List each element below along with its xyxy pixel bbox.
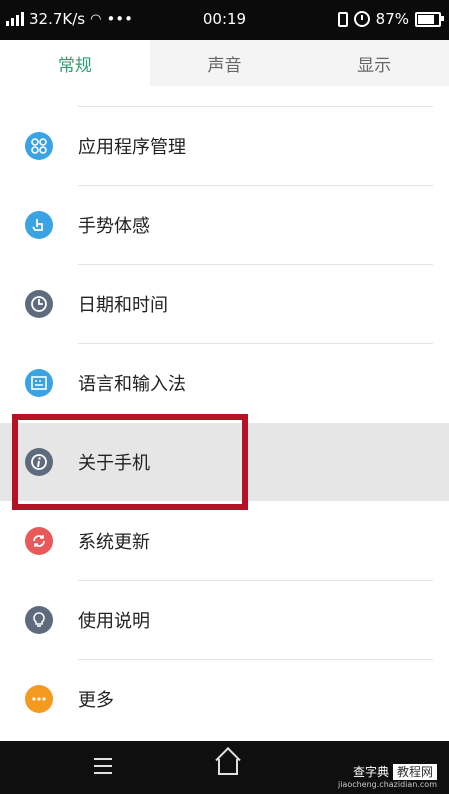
keyboard-icon	[25, 369, 53, 397]
list-item-instructions[interactable]: 使用说明	[0, 581, 449, 659]
list-item-app-management[interactable]: 应用程序管理	[0, 107, 449, 185]
watermark-box: 教程网	[392, 764, 437, 780]
menu-icon[interactable]	[94, 758, 112, 779]
list-item-language-input[interactable]: 语言和输入法	[0, 344, 449, 422]
highlight-box	[12, 414, 248, 510]
update-icon	[25, 527, 53, 555]
watermark-url: jiaocheng.chazidian.com	[337, 780, 437, 789]
tab-sound[interactable]: 声音	[150, 40, 300, 86]
list-item-gesture[interactable]: 手势体感	[0, 186, 449, 264]
list-item-date-time[interactable]: 日期和时间	[0, 265, 449, 343]
list-item-label: 系统更新	[78, 532, 150, 553]
apps-icon	[25, 132, 53, 160]
vibrate-icon	[337, 11, 348, 27]
more-icon	[25, 685, 53, 713]
tab-display[interactable]: 显示	[299, 40, 449, 86]
list-item-label: 日期和时间	[78, 295, 168, 316]
battery-percent: 87%	[375, 10, 409, 28]
tab-general[interactable]: 常规	[0, 40, 150, 86]
lightbulb-icon	[25, 606, 53, 634]
watermark-brand: 查字典	[352, 765, 389, 779]
clock-icon	[25, 290, 53, 318]
navigation-bar: 查字典 教程网 jiaocheng.chazidian.com	[0, 741, 449, 794]
list-item-label: 应用程序管理	[78, 137, 186, 158]
list-item-system-update[interactable]: 系统更新	[0, 502, 449, 580]
list-item-label: 更多	[78, 690, 114, 711]
list-item-label: 使用说明	[78, 611, 150, 632]
alarm-icon	[353, 11, 370, 27]
settings-tabs: 常规 声音 显示	[0, 40, 449, 86]
watermark: 查字典 教程网 jiaocheng.chazidian.com	[338, 763, 437, 789]
gesture-icon	[25, 211, 53, 239]
status-bar: 32.7K/s ◠ ••• 00:19 87%	[0, 0, 449, 40]
list-item-label: 手势体感	[78, 216, 150, 237]
status-right: 87%	[337, 10, 444, 28]
list-item-label: 语言和输入法	[78, 374, 186, 395]
battery-icon	[415, 11, 444, 27]
list-item-more[interactable]: 更多	[0, 660, 449, 738]
home-icon[interactable]	[218, 759, 238, 775]
